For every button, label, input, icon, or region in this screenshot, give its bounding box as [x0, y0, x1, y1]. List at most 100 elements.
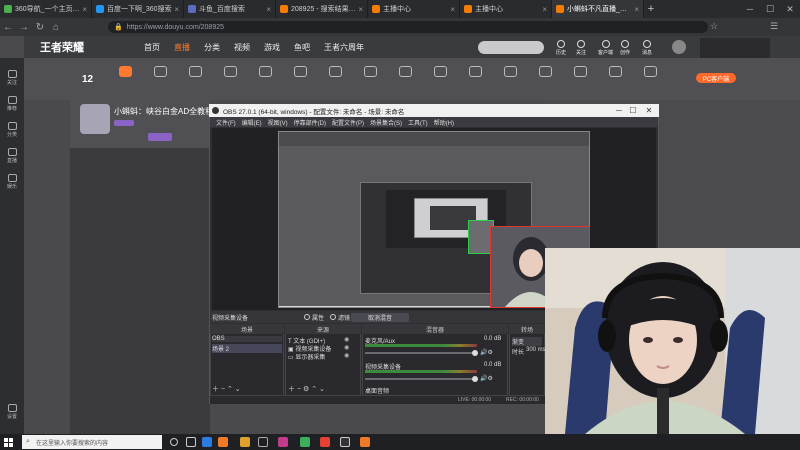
message-button[interactable]: 消息 [642, 40, 652, 56]
app-icon-music[interactable] [320, 437, 330, 447]
gift-item[interactable] [320, 66, 350, 79]
url-input[interactable]: 🔒 https://www.douyu.com/208925 [108, 21, 708, 33]
eye-icon[interactable]: ◉ [344, 352, 349, 359]
minimize-icon[interactable]: ─ [740, 0, 760, 18]
close-icon[interactable]: × [82, 5, 87, 14]
cortana-icon[interactable] [170, 438, 178, 446]
sidebar-item-ent[interactable]: 娱乐 [0, 174, 24, 190]
pc-client-badge[interactable]: PC客户端 [696, 73, 736, 83]
menu-icon[interactable]: ☰ [770, 21, 778, 32]
obs-maximize-icon[interactable]: ☐ [626, 104, 640, 117]
sidebar-item-live[interactable]: 直播 [0, 148, 24, 164]
app-icon-live[interactable] [360, 437, 370, 447]
maximize-icon[interactable]: ☐ [760, 0, 780, 18]
menu-view[interactable]: 视图(V) [268, 118, 288, 127]
gift-item[interactable] [355, 66, 385, 79]
eye-icon[interactable]: ◉ [344, 344, 349, 351]
eye-icon[interactable]: ◉ [344, 336, 349, 343]
menu-help[interactable]: 帮助(H) [434, 118, 454, 127]
close-icon[interactable]: × [542, 5, 547, 14]
sidebar-item-follow[interactable]: 关注 [0, 70, 24, 86]
duration-input[interactable]: 300 ms [526, 347, 546, 353]
volume-slider[interactable] [365, 352, 477, 354]
menu-edit[interactable]: 编辑(E) [242, 118, 262, 127]
bookmark-star-icon[interactable]: ☆ [710, 21, 718, 32]
filters-button[interactable]: 滤镜 [330, 313, 350, 322]
browser-tab[interactable]: 主播中心 × [368, 0, 460, 18]
taskbar-search[interactable]: 在这里输入你要搜索的内容 [22, 435, 162, 449]
speaker-icon[interactable]: 🔊⚙ [480, 375, 493, 382]
gift-item[interactable] [250, 66, 280, 79]
forward-icon[interactable]: → [16, 18, 32, 36]
history-button[interactable]: 历史 [556, 40, 566, 56]
menu-scenes[interactable]: 场景集合(S) [370, 118, 402, 127]
sidebar-item-settings[interactable]: 设置 [0, 404, 24, 420]
close-icon[interactable]: × [450, 5, 455, 14]
browser-tab[interactable]: 208925 - 搜索结果 - 斗鱼直播× [276, 0, 368, 18]
browser-tab[interactable]: 主播中心 × [460, 0, 552, 18]
app-icon-folder[interactable] [240, 437, 250, 447]
douyu-logo[interactable]: 王者荣耀 [40, 39, 84, 55]
douyu-search-input[interactable] [478, 41, 544, 54]
properties-button[interactable]: 属性 [304, 313, 324, 322]
gift-item[interactable] [635, 66, 665, 79]
close-icon[interactable]: × [174, 5, 179, 14]
windows-start-icon[interactable] [0, 434, 16, 450]
menu-file[interactable]: 文件(F) [216, 118, 236, 127]
gift-item[interactable] [180, 66, 210, 79]
nav-game[interactable]: 游戏 [264, 42, 280, 53]
gift-item[interactable] [390, 66, 420, 79]
gift-item[interactable] [110, 66, 140, 79]
follow-button[interactable]: 关注 [576, 40, 586, 56]
menu-tools[interactable]: 工具(T) [408, 118, 428, 127]
streamer-avatar[interactable] [80, 104, 110, 134]
close-icon[interactable]: × [358, 5, 363, 14]
browser-tab-active[interactable]: 小蝌蚪不凡直播_蝌蚪家族直播× [552, 0, 644, 18]
source-display[interactable]: ▭ 显示器采集 [288, 352, 325, 361]
browser-tab[interactable]: 斗鱼_百度搜索 × [184, 0, 276, 18]
create-button[interactable]: 创作 [620, 40, 630, 56]
volume-slider[interactable] [365, 378, 477, 380]
back-icon[interactable]: ← [0, 18, 16, 36]
obs-minimize-icon[interactable]: ─ [612, 104, 626, 117]
app-icon-game[interactable] [340, 437, 350, 447]
menu-profile[interactable]: 配置文件(P) [332, 118, 364, 127]
gift-item[interactable] [425, 66, 455, 79]
source-controls[interactable]: ＋ − ⚙ ⌃ ⌄ [288, 384, 325, 394]
app-icon-douyu[interactable] [218, 437, 228, 447]
sidebar-item-recommend[interactable]: 推荐 [0, 96, 24, 112]
client-button[interactable]: 客户端 [598, 40, 613, 56]
menu-docks[interactable]: 停靠部件(D) [294, 118, 326, 127]
app-icon-edge[interactable] [202, 437, 212, 447]
nav-event[interactable]: 王者六周年 [324, 42, 364, 53]
app-icon-media[interactable] [278, 437, 288, 447]
gift-item[interactable] [215, 66, 245, 79]
gift-item[interactable] [145, 66, 175, 79]
obs-close-icon[interactable]: ✕ [642, 104, 656, 117]
sidebar-item-category[interactable]: 分类 [0, 122, 24, 138]
gift-item[interactable] [600, 66, 630, 79]
nav-category[interactable]: 分类 [204, 42, 220, 53]
nav-yuba[interactable]: 鱼吧 [294, 42, 310, 53]
transition-select[interactable]: 渐变 [512, 337, 542, 346]
user-avatar[interactable] [672, 40, 686, 54]
gift-item[interactable] [530, 66, 560, 79]
scene-item[interactable]: OBS [212, 336, 282, 342]
gift-item[interactable] [285, 66, 315, 79]
close-icon[interactable]: × [634, 5, 639, 14]
gift-item[interactable] [495, 66, 525, 79]
nav-video[interactable]: 视频 [234, 42, 250, 53]
task-view-icon[interactable] [186, 437, 196, 447]
gift-item[interactable] [460, 66, 490, 79]
deactivate-button[interactable]: 取消混音 [351, 313, 409, 322]
nav-live[interactable]: 直播 [174, 42, 190, 53]
speaker-icon[interactable]: 🔊⚙ [480, 349, 493, 356]
app-icon-obs[interactable] [258, 437, 268, 447]
scene-item[interactable]: 场景 2 [212, 344, 282, 353]
nav-home[interactable]: 首页 [144, 42, 160, 53]
reload-icon[interactable]: ↻ [32, 18, 48, 36]
volume-knob[interactable] [472, 350, 478, 356]
close-icon[interactable]: × [266, 5, 271, 14]
scene-controls[interactable]: ＋ − ⌃ ⌄ [212, 384, 241, 394]
home-icon[interactable]: ⌂ [48, 18, 64, 36]
